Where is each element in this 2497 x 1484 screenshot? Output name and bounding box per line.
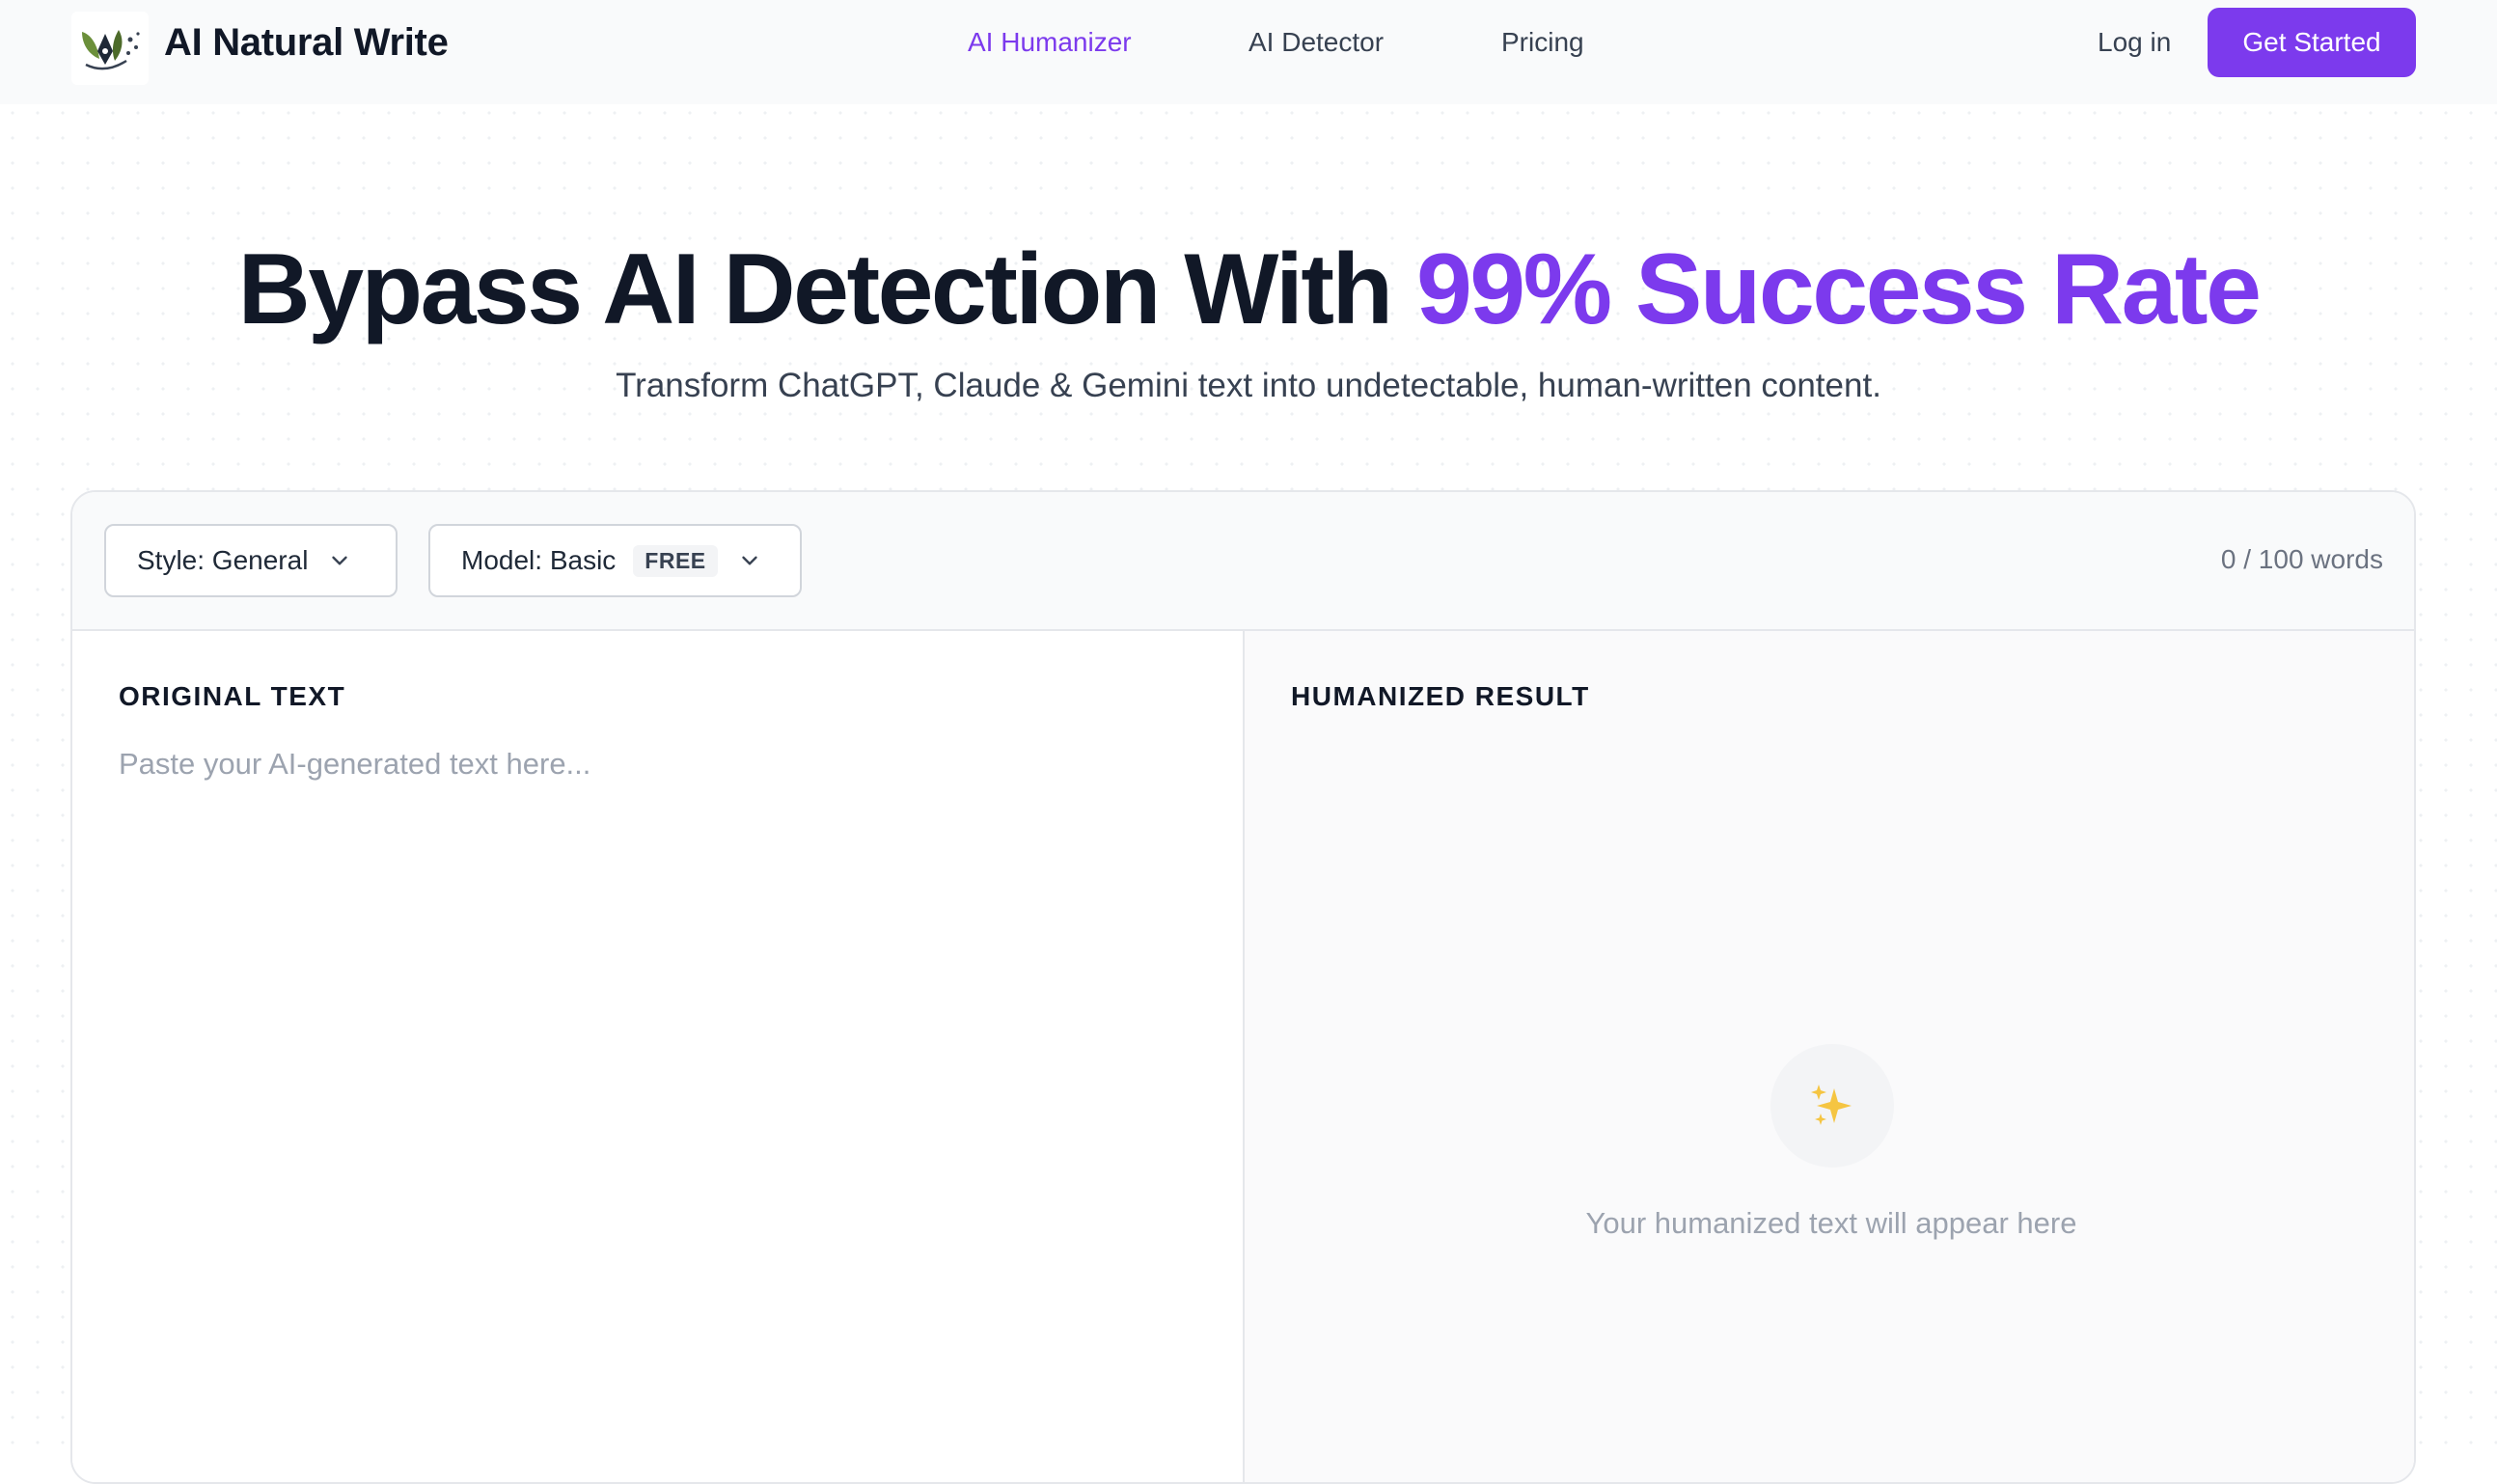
model-select[interactable]: Model: Basic FREE [428,524,802,597]
original-text-label: ORIGINAL TEXT [119,681,346,711]
nav-link-ai-humanizer[interactable]: AI Humanizer [968,23,1132,62]
hero-subtitle: Transform ChatGPT, Claude & Gemini text … [616,367,1881,404]
humanized-empty-message: Your humanized text will appear here [1585,1206,2077,1240]
hero-title: Bypass AI Detection With 99% Success Rat… [0,232,2497,347]
hero-title-accent: 99% Success Rate [1415,234,2262,345]
humanized-result-label: HUMANIZED RESULT [1291,681,1590,711]
editor-toolbar: Style: General Model: Basic FREE 0 / 100… [72,492,2414,631]
style-select-label: Style: General [137,545,309,575]
top-navbar: AI Natural Write AI Humanizer AI Detecto… [0,0,2497,104]
nav-link-ai-detector[interactable]: AI Detector [1248,23,1384,62]
humanizer-editor-card: Style: General Model: Basic FREE 0 / 100… [70,490,2416,1484]
original-text-input[interactable] [119,747,1199,1422]
style-select[interactable]: Style: General [104,524,398,597]
model-select-label: Model: Basic [461,545,617,575]
chevron-down-icon [332,556,348,565]
word-count: 0 / 100 words [2220,544,2383,574]
login-link[interactable]: Log in [2098,23,2171,62]
original-text-pane: ORIGINAL TEXT [72,631,1245,1482]
get-started-button[interactable]: Get Started [2208,8,2416,77]
sparkles-icon [1770,1044,1894,1168]
hero-title-main: Bypass AI Detection With [237,234,1416,345]
chevron-down-icon [741,556,757,565]
nav-link-pricing[interactable]: Pricing [1501,23,1584,62]
brand-name[interactable]: AI Natural Write [164,19,449,66]
free-badge: FREE [633,544,718,577]
humanized-result-pane: HUMANIZED RESULT Your humanized text wil… [1245,631,2414,1482]
brand-logo-icon[interactable] [71,12,149,85]
